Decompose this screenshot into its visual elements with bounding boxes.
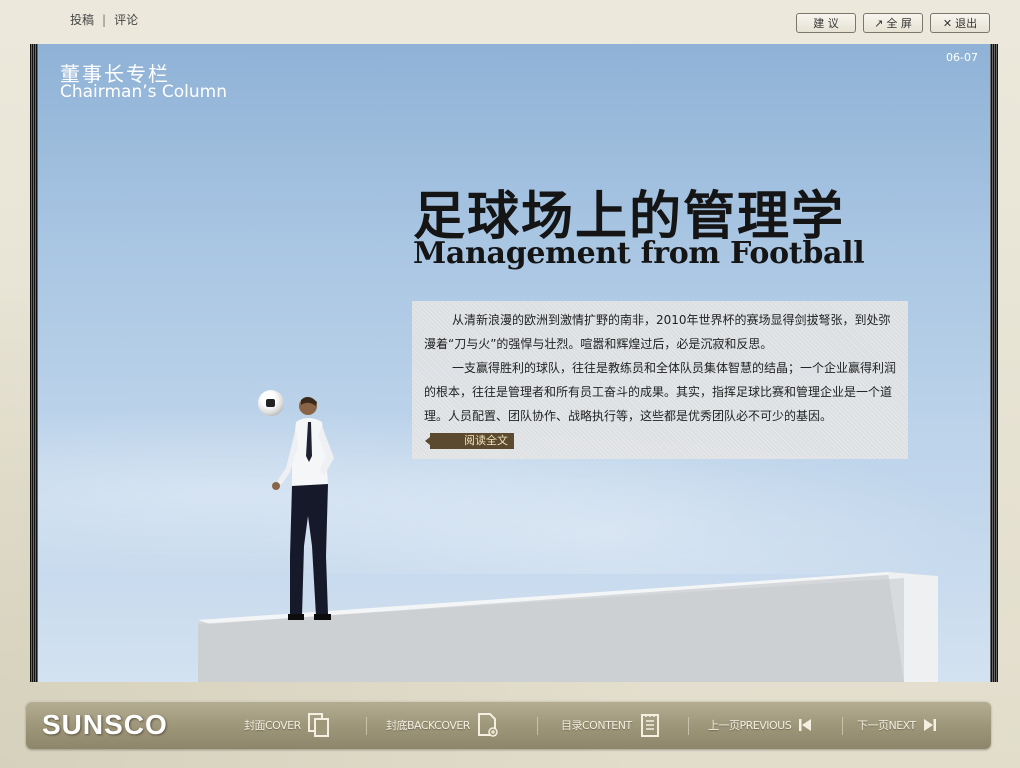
next-label: 下一页NEXT — [857, 719, 916, 732]
previous-label: 上一页PREVIOUS — [708, 719, 792, 732]
summary-paragraph-2: 一支赢得胜利的球队，往往是教练员和全体队员集体智慧的结晶；一个企业赢得利润的根本… — [424, 356, 896, 452]
nav-divider — [688, 717, 689, 735]
column-title-en: Chairman’s Column — [60, 82, 227, 102]
article-summary: 从清新浪漫的欧洲到激情扩野的南非，2010年世界杯的赛场显得剑拔弩张，到处弥漫着… — [412, 301, 908, 459]
suggest-label: 建 议 — [813, 17, 839, 30]
cover-button[interactable]: 封面COVER — [244, 701, 331, 749]
exit-button[interactable]: ✕ 退出 — [930, 13, 990, 33]
link-separator: | — [102, 13, 107, 27]
magazine-page: 06-07 董事长专栏 Chairman’s Column 足球场上的管理学 M… — [38, 44, 990, 682]
businessman-image — [272, 396, 334, 620]
next-page-button[interactable]: 下一页NEXT — [857, 701, 938, 749]
top-links: 投稿 | 评论 — [70, 11, 138, 28]
comment-link[interactable]: 评论 — [114, 11, 138, 28]
previous-arrow-icon — [799, 719, 812, 731]
nav-divider — [842, 717, 843, 735]
previous-page-button[interactable]: 上一页PREVIOUS — [708, 701, 813, 749]
next-arrow-icon — [923, 719, 936, 731]
contents-button[interactable]: 目录CONTENT — [561, 701, 662, 749]
contents-label: 目录CONTENT — [561, 719, 632, 732]
back-cover-label: 封底BACKCOVER — [386, 719, 470, 732]
nav-divider — [537, 717, 538, 735]
back-cover-page-icon — [477, 713, 498, 737]
expand-arrow-icon: ↗ — [874, 16, 884, 30]
contents-list-icon — [640, 714, 659, 737]
summary-paragraph-1: 从清新浪漫的欧洲到激情扩野的南非，2010年世界杯的赛场显得剑拔弩张，到处弥漫着… — [424, 313, 891, 351]
submit-link[interactable]: 投稿 — [70, 11, 94, 28]
article-title-en: Management from Football — [413, 236, 865, 271]
page-number: 06-07 — [946, 51, 978, 64]
summary-paragraph-2-text: 一支赢得胜利的球队，往往是教练员和全体队员集体智慧的结晶；一个企业赢得利润的根本… — [424, 361, 897, 423]
nav-divider — [366, 717, 367, 735]
back-cover-button[interactable]: 封底BACKCOVER — [386, 701, 500, 749]
suggest-button[interactable]: 建 议 — [796, 13, 856, 33]
read-more-button[interactable]: 阅读全文 — [425, 432, 514, 449]
close-icon: ✕ — [942, 16, 953, 30]
cover-page-icon — [307, 713, 329, 737]
top-buttons: 建 议 ↗ 全 屏 ✕ 退出 — [796, 13, 990, 33]
cover-label: 封面COVER — [244, 719, 301, 732]
magazine-frame: 06-07 董事长专栏 Chairman’s Column 足球场上的管理学 M… — [30, 44, 998, 682]
bottom-navigation-bar: SUNSCO 封面COVER 封底BACKCOVER 目录CONTENT 上一页… — [26, 701, 991, 749]
fullscreen-label: 全 屏 — [886, 17, 912, 30]
sunsco-logo: SUNSCO — [42, 709, 168, 740]
exit-label: 退出 — [955, 17, 978, 30]
fullscreen-button[interactable]: ↗ 全 屏 — [863, 13, 923, 33]
right-page-edge — [990, 44, 998, 682]
left-page-edge — [30, 44, 38, 682]
